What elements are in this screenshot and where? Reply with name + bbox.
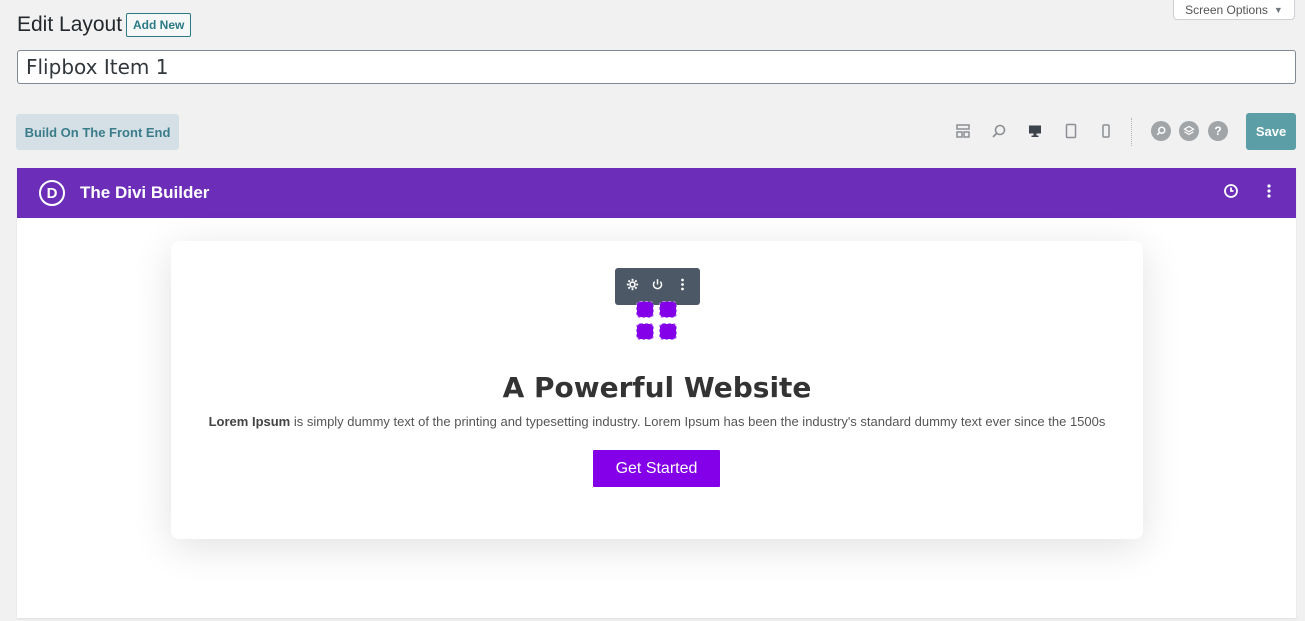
divi-logo-icon: D (39, 180, 65, 206)
build-front-end-button[interactable]: Build On The Front End (16, 114, 179, 150)
module-more-icon[interactable] (676, 278, 689, 296)
title-input[interactable] (17, 50, 1296, 84)
layers-icon[interactable] (1179, 121, 1199, 141)
add-new-button[interactable]: Add New (126, 13, 192, 37)
builder-title: The Divi Builder (80, 183, 210, 202)
blurb-module-card[interactable]: A Powerful Website Lorem Ipsum is simply… (171, 241, 1143, 539)
card-text-bold: Lorem Ipsum (208, 414, 291, 429)
wireframe-icon[interactable] (954, 122, 972, 140)
toolbar-divider (1131, 118, 1132, 146)
settings-gear-icon[interactable] (626, 278, 639, 296)
desktop-icon[interactable] (1026, 122, 1044, 140)
divi-builder-panel: D The Divi Builder A Powerful Website Lo… (17, 168, 1296, 618)
history-icon[interactable] (1223, 183, 1239, 204)
builder-header: D The Divi Builder (17, 168, 1296, 218)
screen-options-label: Screen Options (1185, 2, 1268, 17)
apps-grid-icon (636, 301, 678, 340)
caret-down-icon: ▼ (1273, 4, 1283, 15)
builder-canvas: A Powerful Website Lorem Ipsum is simply… (17, 218, 1296, 618)
screen-options-button[interactable]: Screen Options ▼ (1173, 0, 1295, 20)
phone-icon[interactable] (1097, 122, 1115, 140)
more-options-icon[interactable] (1261, 183, 1277, 204)
help-icon[interactable]: ? (1208, 121, 1228, 141)
module-action-bar (615, 268, 700, 305)
zoom-icon[interactable] (990, 122, 1008, 140)
card-heading: A Powerful Website (502, 371, 812, 404)
power-icon[interactable] (651, 278, 664, 296)
save-button[interactable]: Save (1246, 113, 1296, 150)
card-text-body: is simply dummy text of the printing and… (290, 414, 1106, 429)
page-title: Edit Layout (17, 13, 123, 36)
search-icon[interactable] (1151, 121, 1171, 141)
tablet-icon[interactable] (1062, 122, 1080, 140)
card-description: Lorem Ipsum is simply dummy text of the … (171, 414, 1143, 429)
get-started-button[interactable]: Get Started (593, 450, 720, 487)
